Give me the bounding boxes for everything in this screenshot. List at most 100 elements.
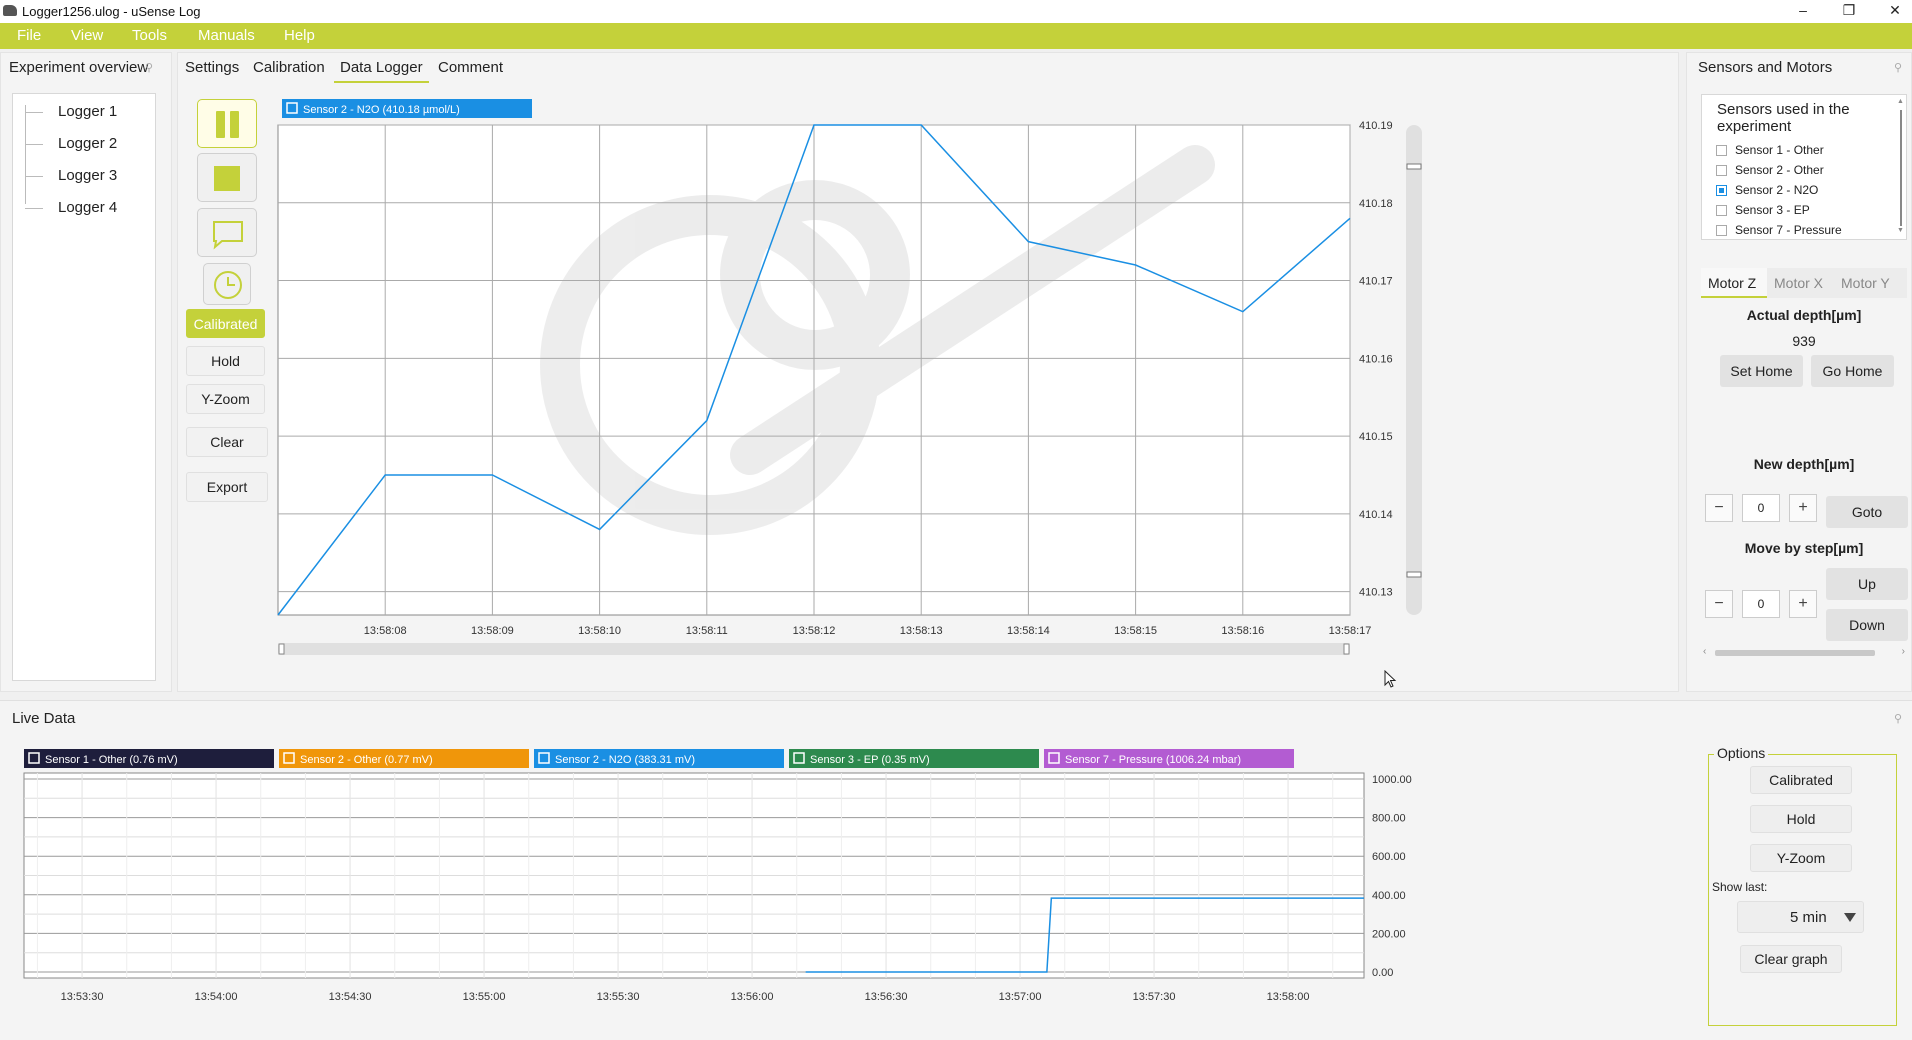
pin-icon[interactable]: ⚲ [1894,61,1902,74]
tab-motor-y[interactable]: Motor Y [1841,275,1890,291]
menu-tools[interactable]: Tools [132,27,167,44]
tree-item-logger-4[interactable]: Logger 4 [58,199,117,216]
live-legend-label: Sensor 3 - EP (0.35 mV) [810,754,930,766]
menu-file[interactable]: File [17,27,41,44]
y-zoom-button[interactable]: Y-Zoom [186,384,265,414]
x-tick-label: 13:58:16 [1221,625,1264,637]
clear-graph-button[interactable]: Clear graph [1740,945,1842,973]
tab-data-logger[interactable]: Data Logger [340,59,423,76]
clear-button[interactable]: Clear [186,427,268,457]
tree-item-logger-2[interactable]: Logger 2 [58,135,117,152]
menu-manuals[interactable]: Manuals [198,27,255,44]
x-tick-label: 13:58:11 [686,625,728,637]
live-x-tick-label: 13:55:30 [597,991,640,1003]
up-button[interactable]: Up [1826,568,1908,600]
menu-help[interactable]: Help [284,27,315,44]
comment-button[interactable] [197,208,257,257]
goto-button[interactable]: Goto [1826,496,1908,528]
x-tick-label: 13:58:10 [578,625,621,637]
minimize-button[interactable]: – [1780,0,1826,23]
sensor-list-title: Sensors used in the experiment [1717,101,1850,135]
live-hold-button[interactable]: Hold [1750,805,1852,833]
tree-item-logger-3[interactable]: Logger 3 [58,167,117,184]
pin-icon[interactable]: ⚲ [145,61,153,74]
sensor-2-other-checkbox[interactable] [1716,165,1727,176]
show-last-select[interactable]: 5 min [1737,901,1864,933]
down-button[interactable]: Down [1826,609,1908,641]
live-y-tick-label: 200.00 [1372,928,1406,940]
new-depth-increment-button[interactable]: + [1789,494,1817,522]
tree-connector [25,144,43,145]
actual-depth-label: Actual depth[µm] [1746,307,1862,323]
live-x-tick-label: 13:58:00 [1267,991,1310,1003]
live-x-tick-label: 13:57:30 [1133,991,1176,1003]
maximize-button[interactable]: ❐ [1826,0,1872,23]
tab-settings[interactable]: Settings [185,59,239,76]
x-tick-label: 13:58:12 [793,625,836,637]
step-decrement-button[interactable]: − [1705,590,1733,618]
y-scrollbar-handle-top [1406,163,1422,170]
tab-motor-z[interactable]: Motor Z [1708,275,1756,291]
y-tick-label: 410.16 [1359,353,1393,365]
show-last-value: 5 min [1790,909,1827,926]
step-increment-button[interactable]: + [1789,590,1817,618]
new-depth-input[interactable]: 0 [1742,494,1780,522]
y-tick-label: 410.15 [1359,431,1393,443]
experiment-overview-title: Experiment overview [9,59,149,76]
tree-connector [25,176,43,177]
live-y-tick-label: 1000.00 [1372,774,1412,786]
menu-view[interactable]: View [71,27,103,44]
tab-motor-x[interactable]: Motor X [1774,275,1823,291]
app-icon [3,5,17,16]
x-scrollbar-handle-right [1343,643,1350,655]
hold-button[interactable]: Hold [186,346,265,376]
y-tick-label: 410.13 [1359,587,1393,599]
live-data-title: Live Data [12,710,76,727]
live-legend-label: Sensor 2 - Other (0.77 mV) [300,754,433,766]
sensor-list-scrollbar[interactable]: ▲ ▼ [1896,96,1905,238]
sensor-7-checkbox[interactable] [1716,225,1727,236]
chevron-down-icon [1844,913,1856,922]
calibrated-button[interactable]: Calibrated [186,309,265,338]
main-chart: 410.19 410.18 410.17 410.16 410.15 410.14 410.… [277,99,1422,655]
go-home-button[interactable]: Go Home [1811,355,1894,387]
live-legend-label: Sensor 7 - Pressure (1006.24 mbar) [1065,754,1241,766]
clock-icon [214,271,242,299]
export-button[interactable]: Export [186,472,268,502]
x-scrollbar-handle-left [278,643,285,655]
live-x-tick-label: 13:53:30 [61,991,104,1003]
sensor-3-checkbox[interactable] [1716,205,1727,216]
x-tick-label: 13:58:15 [1114,625,1157,637]
legend-label: Sensor 2 - N2O (410.18 µmol/L) [303,104,460,116]
x-tick-label: 13:58:13 [900,625,943,637]
sensor-1-checkbox[interactable] [1716,145,1727,156]
pin-icon[interactable]: ⚲ [1894,712,1902,725]
live-y-tick-label: 600.00 [1372,851,1406,863]
y-scrollbar [1406,125,1422,615]
live-legend-label: Sensor 2 - N2O (383.31 mV) [555,754,695,766]
set-home-button[interactable]: Set Home [1720,355,1803,387]
tab-calibration[interactable]: Calibration [253,59,325,76]
stop-icon [214,166,240,191]
sensor-2-n2o-label: Sensor 2 - N2O [1735,183,1819,197]
new-depth-decrement-button[interactable]: − [1705,494,1733,522]
pause-button[interactable] [197,99,257,148]
stop-button[interactable] [197,153,257,202]
motor-h-scrollbar[interactable]: ‹ › [1701,646,1907,660]
x-tick-label: 13:58:08 [364,625,407,637]
live-calibrated-button[interactable]: Calibrated [1750,766,1852,794]
live-y-zoom-button[interactable]: Y-Zoom [1750,844,1852,872]
live-x-tick-label: 13:56:30 [865,991,908,1003]
show-last-label: Show last: [1712,880,1768,894]
sensor-7-label: Sensor 7 - Pressure [1735,223,1842,237]
tree-item-logger-1[interactable]: Logger 1 [58,103,117,120]
close-button[interactable]: ✕ [1872,0,1912,23]
tab-comment[interactable]: Comment [438,59,503,76]
y-scrollbar-handle-bottom [1406,571,1422,578]
step-input[interactable]: 0 [1742,590,1780,618]
x-tick-label: 13:58:17 [1329,625,1372,637]
actual-depth-value: 939 [1792,333,1816,349]
clock-button[interactable] [203,263,251,305]
sensor-2-n2o-checkbox[interactable] [1716,185,1727,196]
tree-connector [25,105,26,204]
